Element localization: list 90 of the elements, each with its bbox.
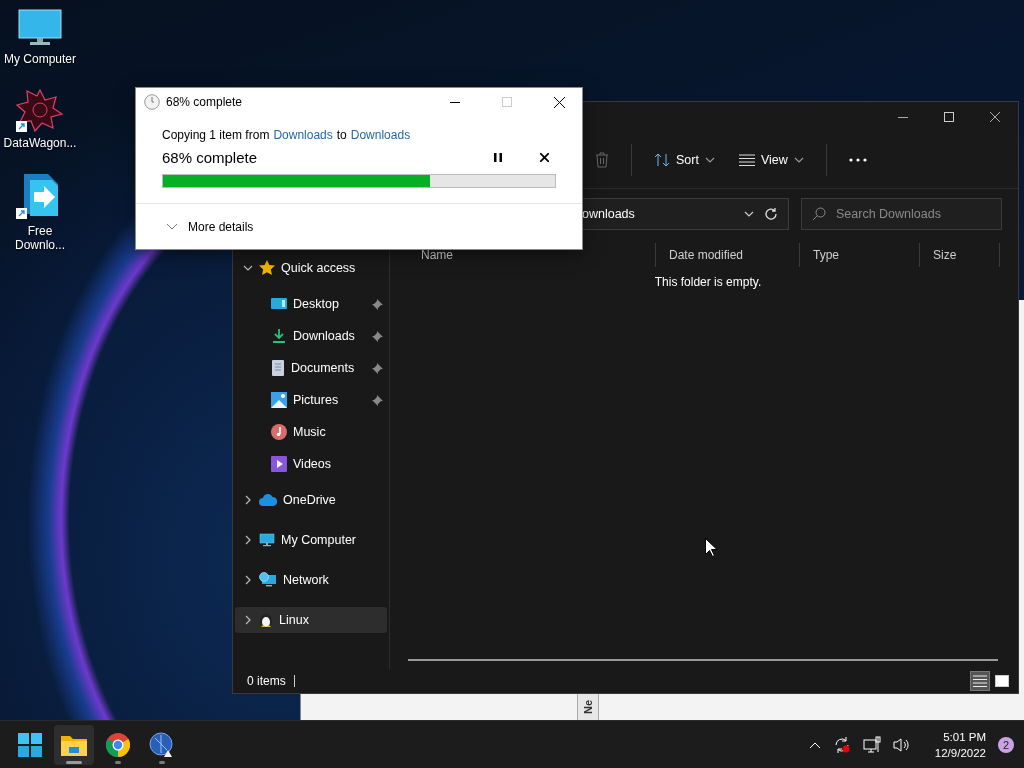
copy-message: to [336,128,347,142]
refresh-icon [764,207,778,221]
more-icon [848,158,867,162]
window-icon [995,675,1009,687]
toolbar-button[interactable]: Sort [646,144,723,176]
sidebar-item[interactable]: Quick access [235,255,387,281]
search-field[interactable]: Search Downloads [801,198,1002,230]
music-icon [271,424,287,440]
list-icon [738,154,755,166]
download-icon [271,328,287,344]
maximize-icon [944,112,954,122]
chevron-up-icon [808,740,821,749]
column-header[interactable]: Type [800,243,920,267]
network-icon [259,572,277,588]
chevron-down-icon [243,263,253,273]
running-indicator [115,760,121,764]
sort-icon [654,153,670,167]
sidebar-item[interactable]: Linux [235,607,387,633]
chevron-down-icon [793,155,804,165]
destination-folder-link[interactable]: Downloads [350,128,411,142]
notification-badge[interactable]: 2 [998,736,1014,753]
running-indicator [159,760,165,764]
toolbar-button[interactable]: View [730,144,812,176]
network-icon [862,735,881,754]
column-header[interactable]: Date modified [656,243,800,267]
close-icon [990,112,1000,122]
penguin-icon [259,612,273,628]
chevron-right-icon [243,495,253,505]
mouse-pointer-icon [705,538,717,557]
search-input[interactable]: Search Downloads [836,207,986,221]
copy-message: Copying 1 item from [162,128,270,142]
sidebar-item[interactable]: Desktop [233,288,389,320]
sidebar-item[interactable]: Documents [233,352,389,384]
sidebar-item[interactable]: Videos [233,448,389,480]
trash-icon [595,152,609,168]
sidebar-item[interactable]: OneDrive [235,487,387,513]
browser-icon [106,732,130,757]
chevron-right-icon [243,575,253,585]
start-icon [18,732,42,757]
close-icon [553,96,565,108]
cloud-icon [259,494,277,506]
progress-label: 68% complete [162,148,259,166]
star-icon [259,260,275,276]
folder-icon [61,733,87,756]
chevron-right-icon [243,615,253,625]
source-folder-link[interactable]: Downloads [273,128,333,142]
column-header[interactable]: Size [920,243,1000,267]
tab-label: Ne [582,699,594,714]
minimize-icon [450,101,460,103]
star-burst-icon [16,88,64,132]
sidebar-item[interactable]: Network [235,567,387,593]
globe-icon [149,731,175,758]
maximize-icon [502,97,512,107]
close-icon [539,152,549,162]
document-icon [271,360,285,376]
desktop-icon-label[interactable]: My Computer [1,52,79,66]
horizontal-scrollbar[interactable] [408,659,998,661]
more-details-button[interactable]: More details [164,217,256,236]
clock-icon [144,94,160,110]
text-cursor-icon [293,675,296,687]
chevron-down-icon [166,222,178,231]
search-icon [812,207,826,221]
minimize-icon [898,116,908,118]
taskbar-app-button[interactable] [54,724,94,765]
network-button[interactable] [860,733,883,756]
dialog-title: 68% complete [166,95,244,109]
chevron-right-icon [243,535,253,545]
side-tab[interactable]: Ne [577,692,599,720]
item-count: 0 items [247,674,286,688]
sidebar-item[interactable]: Downloads [233,320,389,352]
running-indicator [66,760,82,764]
list-icon [973,675,987,687]
monitor-icon [18,8,62,48]
pause-icon [494,152,502,162]
sidebar-item[interactable]: My Computer [235,527,387,553]
details-view-button[interactable] [970,671,990,691]
monitor-icon [259,532,275,548]
speaker-icon [892,736,911,753]
empty-folder-message: This folder is empty. [654,275,762,289]
picture-icon [271,392,287,408]
desktop-icon-label[interactable]: Free Downlo... [1,224,79,252]
desktop-icon-label[interactable]: DataWagon... [1,136,79,150]
clock[interactable]: 5:01 PM 12/9/2022 [934,728,986,761]
desktop-icon [271,297,287,311]
sync-icon [832,735,851,754]
chevron-down-icon [704,155,715,165]
sidebar-item[interactable]: Pictures [233,384,389,416]
video-icon [271,456,287,472]
sidebar-item[interactable]: Music [233,416,389,448]
chevron-down-icon [744,209,754,219]
